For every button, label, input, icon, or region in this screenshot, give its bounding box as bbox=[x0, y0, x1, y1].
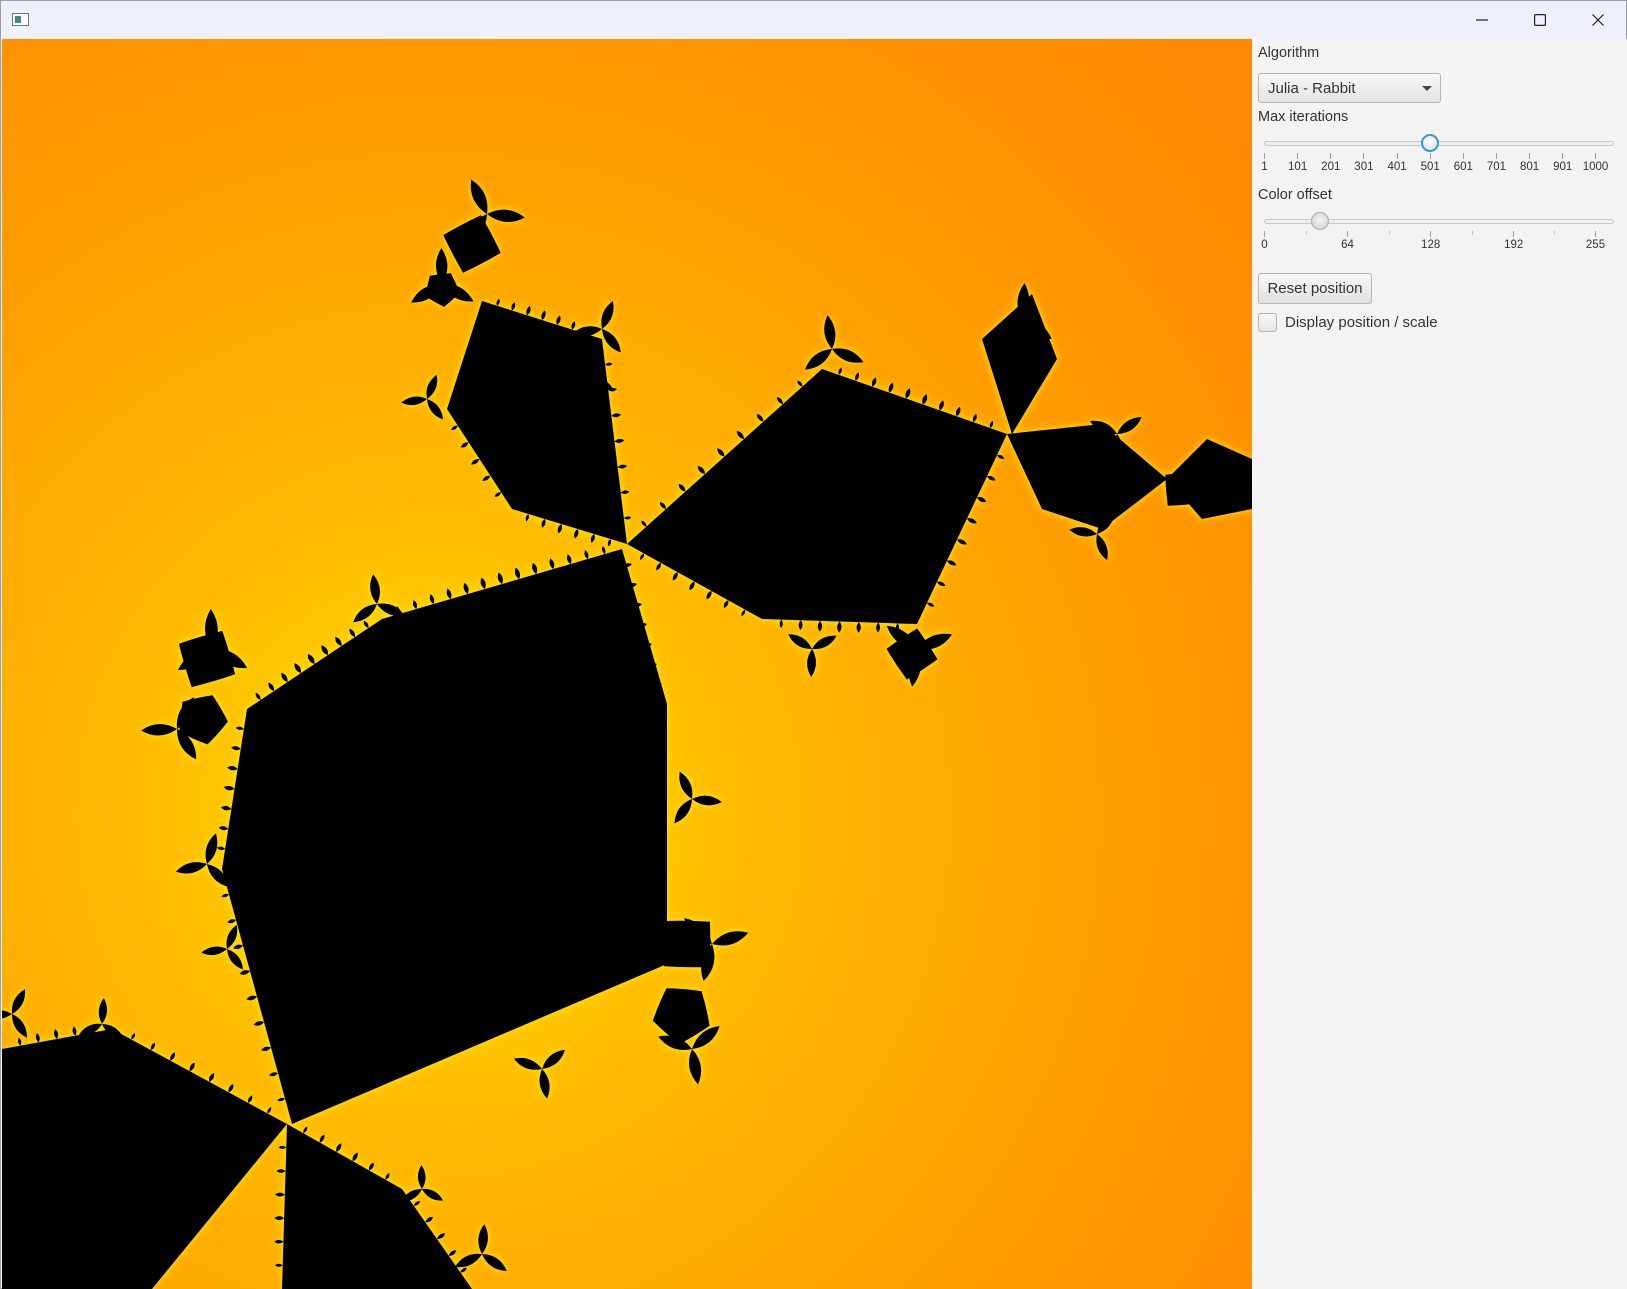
slider-minor-tick bbox=[1554, 231, 1556, 235]
slider-minor-tick bbox=[1471, 231, 1473, 235]
slider-tick-label: 901 bbox=[1553, 161, 1573, 173]
slider-tick-label: 64 bbox=[1341, 239, 1354, 251]
minimize-button[interactable] bbox=[1453, 1, 1511, 39]
slider-tick-label: 301 bbox=[1354, 161, 1374, 173]
chevron-down-icon bbox=[1422, 86, 1432, 91]
slider-tick bbox=[1495, 153, 1497, 159]
fractal-blob bbox=[1165, 472, 1199, 506]
display-position-checkbox[interactable] bbox=[1258, 312, 1277, 332]
slider-tick-label: 701 bbox=[1486, 161, 1507, 173]
slider-tick-label: 128 bbox=[1421, 239, 1441, 251]
color-offset-label: Color offset bbox=[1258, 187, 1332, 203]
application-window: Algorithm Julia - Rabbit Max iterations … bbox=[0, 0, 1627, 1289]
slider-tick bbox=[1330, 153, 1332, 159]
slider-tick bbox=[1513, 231, 1515, 237]
slider-tick bbox=[1264, 153, 1265, 159]
slider-tick-label: 401 bbox=[1387, 161, 1407, 173]
algorithm-label: Algorithm bbox=[1258, 45, 1320, 61]
slider-tick-label: 1000 bbox=[1582, 161, 1609, 173]
title-bar[interactable] bbox=[1, 1, 1626, 39]
slider-thumb[interactable] bbox=[1310, 212, 1329, 230]
maximize-button[interactable] bbox=[1511, 1, 1569, 39]
fractal-canvas[interactable] bbox=[2, 39, 1252, 1289]
slider-tick-label: 192 bbox=[1504, 239, 1524, 251]
slider-tick-label: 1 bbox=[1261, 161, 1268, 173]
slider-tick-label: 0 bbox=[1261, 239, 1268, 251]
slider-tick bbox=[1297, 153, 1299, 159]
slider-tick-label: 201 bbox=[1321, 161, 1341, 173]
slider-track[interactable] bbox=[1264, 141, 1614, 146]
max-iterations-slider[interactable]: 1 101 201 301 401 501 601 701 801 901 1000 bbox=[1260, 134, 1614, 176]
display-position-toggle[interactable]: Display position / scale bbox=[1258, 311, 1438, 333]
max-iterations-label: Max iterations bbox=[1258, 109, 1349, 125]
slider-tick bbox=[1429, 153, 1431, 159]
minimize-icon bbox=[1476, 19, 1488, 21]
slider-tick-label: 801 bbox=[1519, 161, 1540, 173]
slider-thumb[interactable] bbox=[1420, 134, 1439, 152]
slider-minor-tick bbox=[1305, 231, 1307, 235]
close-button[interactable] bbox=[1569, 1, 1627, 39]
close-icon bbox=[1592, 14, 1604, 26]
control-panel: Algorithm Julia - Rabbit Max iterations … bbox=[1252, 39, 1627, 1289]
slider-tick bbox=[1595, 153, 1596, 159]
slider-tick bbox=[1529, 153, 1531, 159]
slider-tick bbox=[1396, 153, 1398, 159]
display-position-label: Display position / scale bbox=[1285, 313, 1438, 331]
maximize-icon bbox=[1534, 14, 1546, 26]
slider-tick bbox=[1264, 231, 1265, 237]
app-icon[interactable] bbox=[12, 13, 29, 26]
slider-tick-label: 101 bbox=[1288, 161, 1308, 173]
slider-tick bbox=[1363, 153, 1365, 159]
slider-tick-label: 501 bbox=[1420, 161, 1440, 173]
algorithm-select[interactable]: Julia - Rabbit bbox=[1258, 73, 1441, 103]
slider-tick bbox=[1430, 231, 1432, 237]
color-offset-slider[interactable]: 0 64 128 192 255 bbox=[1260, 212, 1614, 254]
reset-position-button[interactable]: Reset position bbox=[1258, 273, 1372, 304]
slider-tick bbox=[1595, 231, 1596, 237]
slider-tick-label: 255 bbox=[1585, 239, 1606, 251]
algorithm-select-value: Julia - Rabbit bbox=[1268, 80, 1356, 97]
fractal-image bbox=[2, 39, 1252, 1289]
slider-tick bbox=[1462, 153, 1464, 159]
slider-tick bbox=[1562, 153, 1564, 159]
slider-tick bbox=[1347, 231, 1349, 237]
slider-minor-tick bbox=[1388, 231, 1390, 235]
slider-tick-label: 601 bbox=[1453, 161, 1473, 173]
